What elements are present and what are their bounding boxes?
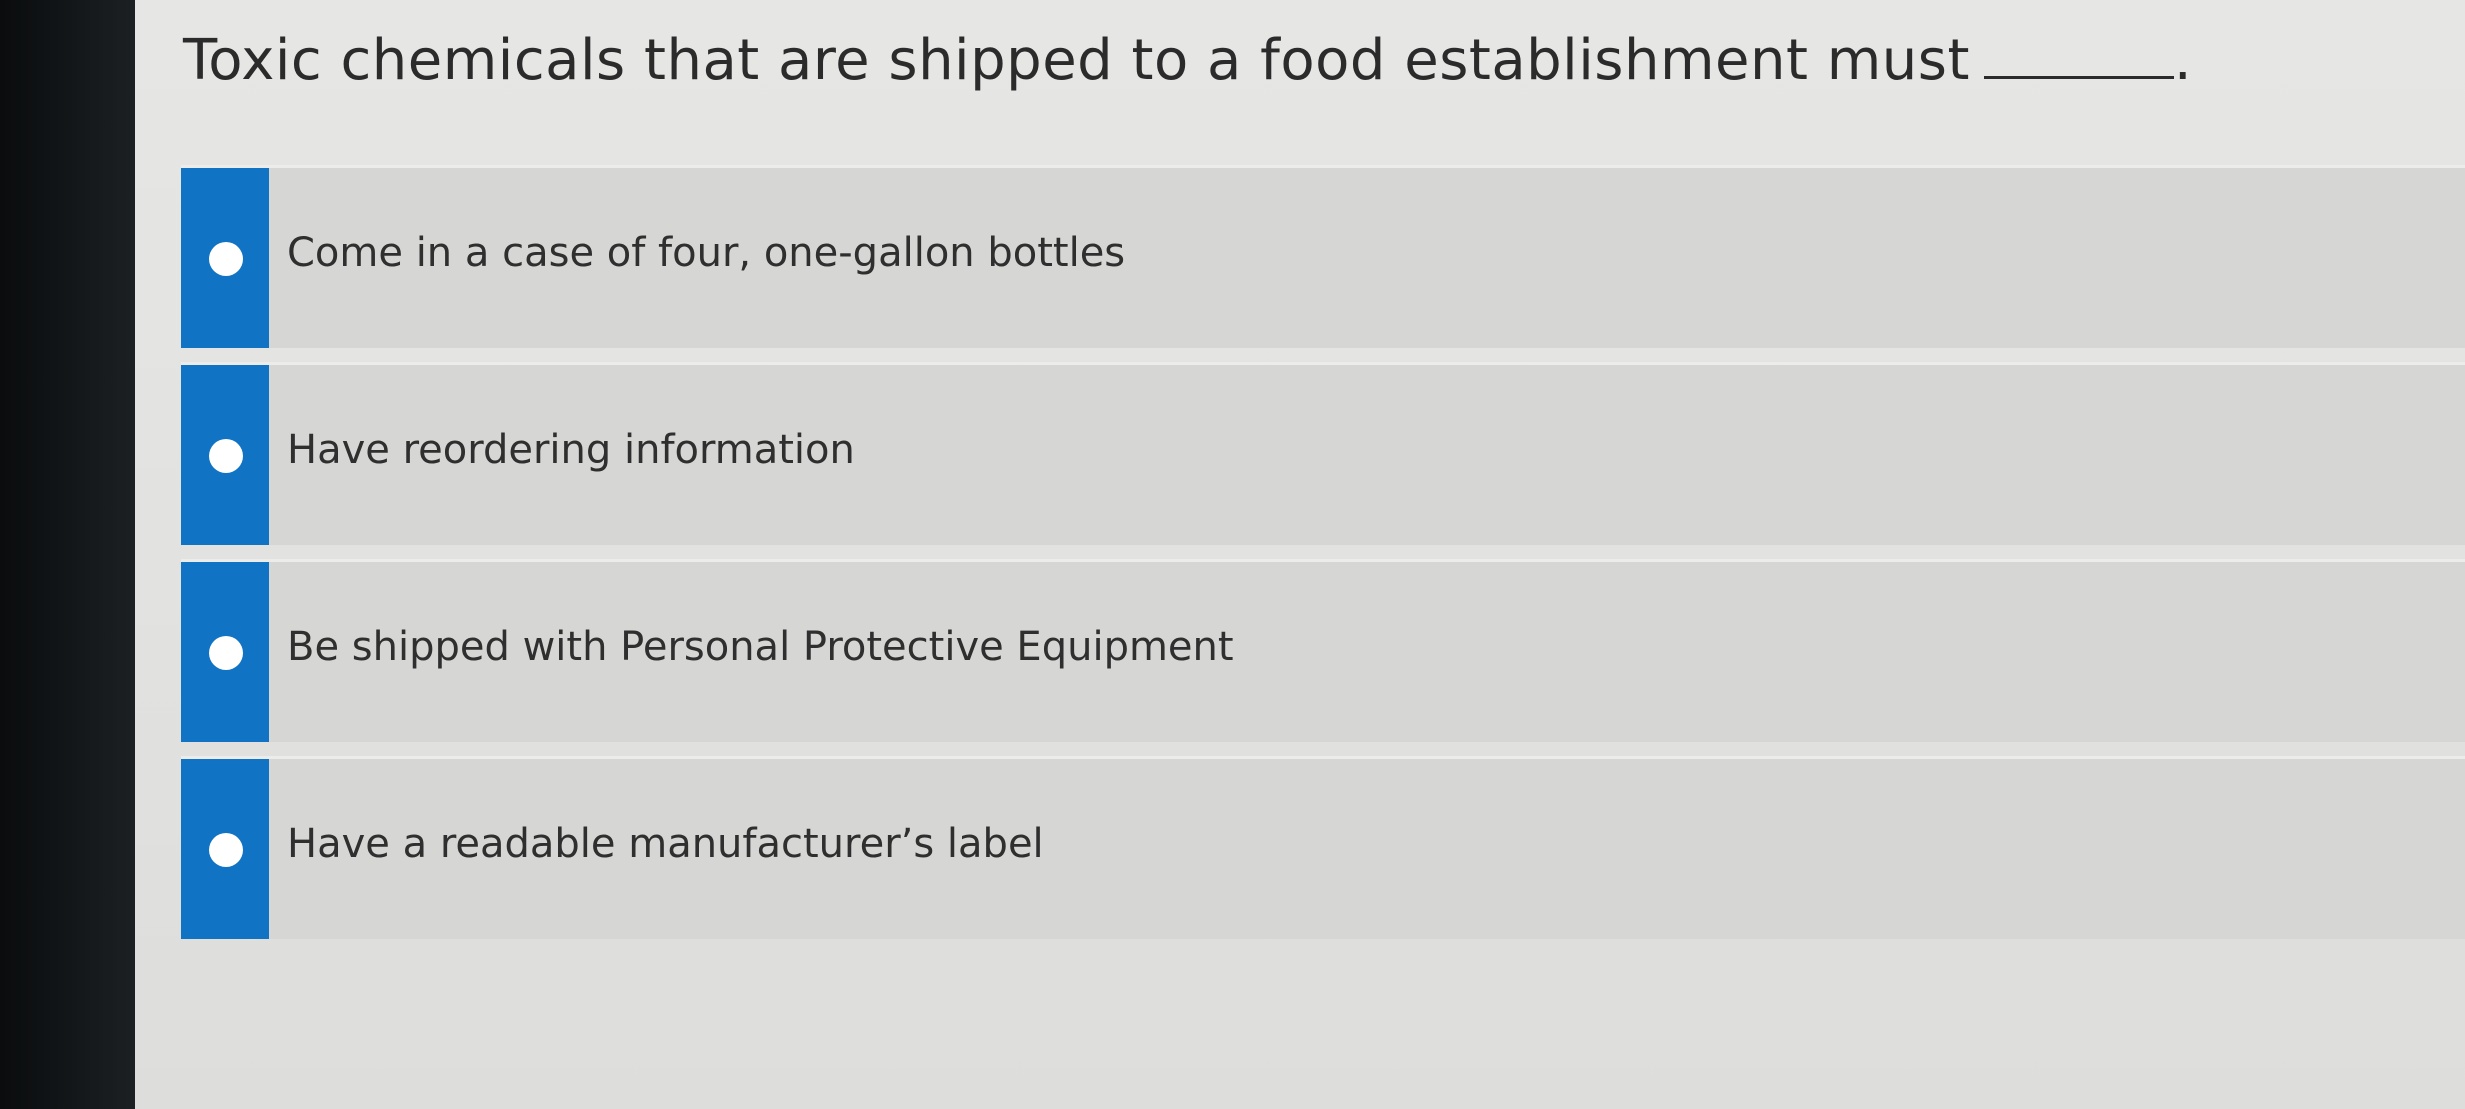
question-period: . xyxy=(2173,28,2193,93)
option-label: Come in a case of four, one-gallon bottl… xyxy=(287,230,1126,276)
answer-option-4[interactable]: Have a readable manufacturer’s label xyxy=(181,756,2465,939)
option-label: Have a readable manufacturer’s label xyxy=(287,821,1044,867)
answer-option-2[interactable]: Have reordering information xyxy=(181,362,2465,545)
answer-option-1[interactable]: Come in a case of four, one-gallon bottl… xyxy=(181,165,2465,348)
radio-button[interactable] xyxy=(209,636,243,670)
option-label: Have reordering information xyxy=(287,427,855,473)
question-text: Toxic chemicals that are shipped to a fo… xyxy=(183,28,1970,93)
answer-options: Come in a case of four, one-gallon bottl… xyxy=(181,165,2465,953)
radio-button[interactable] xyxy=(209,439,243,473)
monitor-bezel xyxy=(0,0,135,1109)
quiz-screen: Toxic chemicals that are shipped to a fo… xyxy=(135,0,2465,1109)
radio-button[interactable] xyxy=(209,833,243,867)
answer-option-3[interactable]: Be shipped with Personal Protective Equi… xyxy=(181,559,2465,742)
option-label: Be shipped with Personal Protective Equi… xyxy=(287,624,1234,670)
answer-blank xyxy=(1983,75,2174,79)
question-prompt: Toxic chemicals that are shipped to a fo… xyxy=(183,28,2192,93)
radio-button[interactable] xyxy=(209,242,243,276)
